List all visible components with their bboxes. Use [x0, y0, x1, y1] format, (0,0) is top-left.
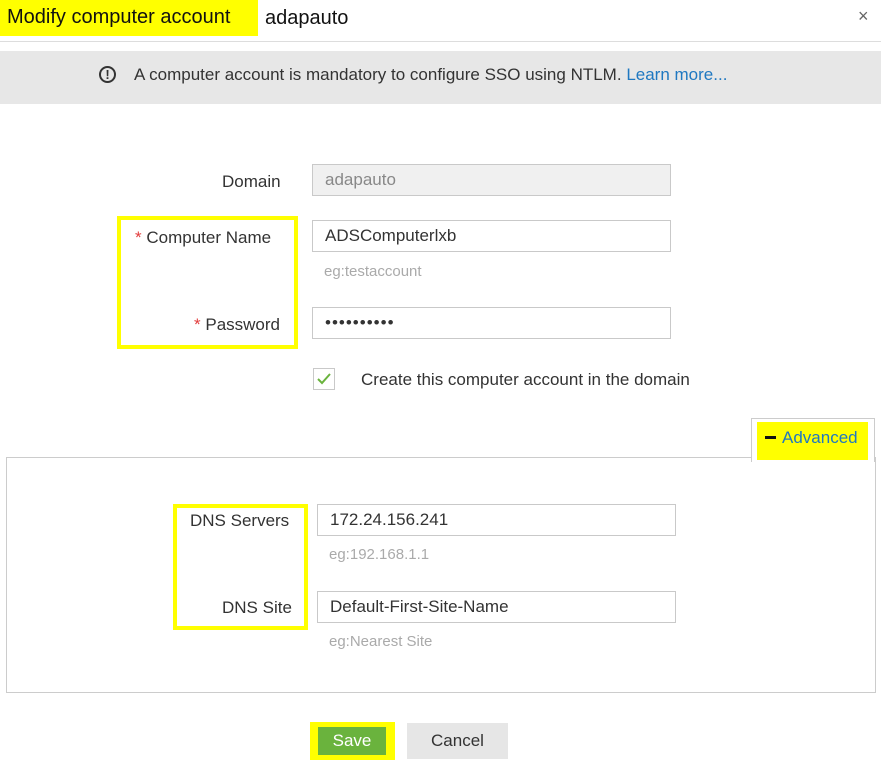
checkmark-icon — [317, 373, 331, 385]
create-account-label: Create this computer account in the doma… — [361, 370, 690, 389]
dns-servers-input[interactable]: 172.24.156.241 — [317, 504, 676, 536]
password-input[interactable]: •••••••••• — [312, 307, 671, 339]
dns-site-label: DNS Site — [222, 598, 292, 617]
create-account-checkbox[interactable] — [313, 368, 335, 390]
required-mark: * — [135, 228, 142, 247]
computer-name-label-text: Computer Name — [146, 228, 272, 247]
header-divider — [0, 41, 881, 42]
advanced-toggle[interactable]: Advanced — [757, 422, 868, 460]
dialog-subtitle: adapauto — [265, 7, 349, 29]
learn-more-link[interactable]: Learn more... — [626, 65, 727, 84]
domain-field: adapauto — [312, 164, 671, 196]
cancel-button[interactable]: Cancel — [407, 723, 508, 759]
advanced-label: Advanced — [782, 428, 858, 447]
computer-name-hint: eg:testaccount — [324, 263, 422, 280]
info-message: A computer account is mandatory to confi… — [134, 65, 622, 84]
password-label: * Password — [194, 314, 280, 336]
save-button[interactable]: Save — [318, 727, 386, 755]
minus-icon — [765, 435, 776, 439]
password-label-text: Password — [205, 315, 280, 334]
dns-servers-hint: eg:192.168.1.1 — [329, 546, 430, 563]
exclamation-circle-icon: ! — [99, 66, 116, 83]
info-banner: ! A computer account is mandatory to con… — [0, 51, 881, 104]
required-mark: * — [194, 315, 201, 334]
dns-servers-label: DNS Servers — [190, 511, 290, 530]
dialog-title: Modify computer account — [0, 0, 258, 36]
domain-label: Domain — [222, 172, 281, 191]
close-icon[interactable]: × — [858, 4, 869, 28]
dns-site-hint: eg:Nearest Site — [329, 633, 433, 650]
computer-name-label: * Computer Name — [135, 227, 271, 249]
advanced-panel — [6, 457, 876, 693]
dns-site-input[interactable]: Default-First-Site-Name — [317, 591, 676, 623]
info-text: A computer account is mandatory to confi… — [134, 64, 727, 86]
computer-name-input[interactable]: ADSComputerlxb — [312, 220, 671, 252]
